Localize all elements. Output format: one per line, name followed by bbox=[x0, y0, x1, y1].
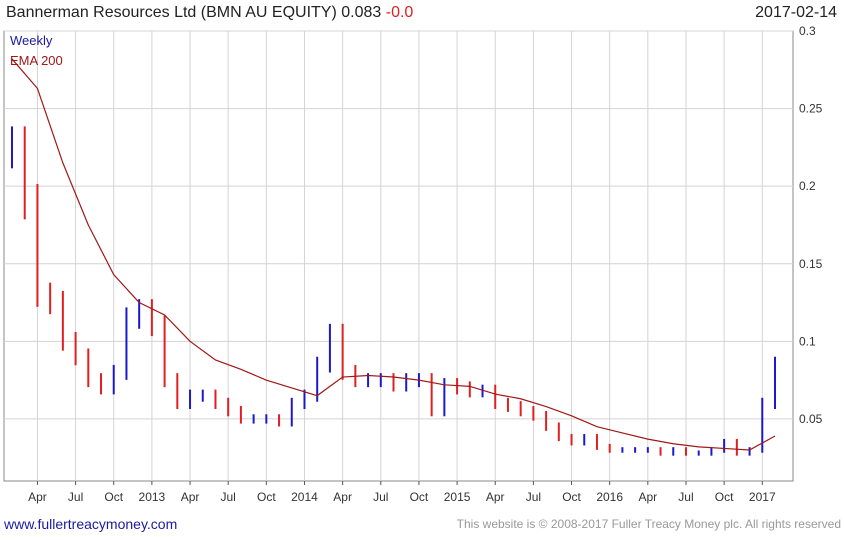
site-link[interactable]: www.fullertreacymoney.com bbox=[4, 516, 177, 532]
x-tick-label: 2015 bbox=[444, 490, 471, 504]
x-tick-label: 2017 bbox=[749, 490, 776, 504]
y-tick-label: 0.05 bbox=[799, 412, 823, 426]
x-tick-label: 2016 bbox=[596, 490, 623, 504]
x-tick-label: Jul bbox=[68, 490, 83, 504]
legend-ema: EMA 200 bbox=[10, 53, 63, 68]
x-tick-label: Oct bbox=[257, 490, 276, 504]
x-tick-label: Jul bbox=[678, 490, 693, 504]
y-tick-label: 0.25 bbox=[799, 102, 823, 116]
x-tick-label: Oct bbox=[410, 490, 429, 504]
x-tick-label: 2014 bbox=[291, 490, 318, 504]
x-tick-label: Jul bbox=[221, 490, 236, 504]
y-tick-label: 0.2 bbox=[799, 179, 816, 193]
x-tick-label: Apr bbox=[486, 490, 505, 504]
x-tick-label: Oct bbox=[562, 490, 581, 504]
x-tick-label: Jul bbox=[526, 490, 541, 504]
y-tick-label: 0.3 bbox=[799, 24, 816, 38]
x-tick-label: Apr bbox=[333, 490, 352, 504]
x-tick-label: Apr bbox=[638, 490, 657, 504]
plot-frame bbox=[3, 30, 794, 482]
x-tick-label: Oct bbox=[104, 490, 123, 504]
x-tick-label: 2013 bbox=[139, 490, 166, 504]
x-tick-label: Jul bbox=[373, 490, 388, 504]
y-tick-label: 0.15 bbox=[799, 257, 823, 271]
x-tick-label: Apr bbox=[181, 490, 200, 504]
y-tick-label: 0.1 bbox=[799, 334, 816, 348]
copyright-notice: This website is © 2008-2017 Fuller Treac… bbox=[456, 517, 841, 531]
x-tick-label: Oct bbox=[715, 490, 734, 504]
x-tick-label: Apr bbox=[28, 490, 47, 504]
price-chart: 0.05 0.1 0.15 0.2 0.25 0.3 Apr Jul Oct 2013 Apr Jul… bbox=[3, 24, 823, 504]
legend-weekly: Weekly bbox=[10, 33, 53, 48]
